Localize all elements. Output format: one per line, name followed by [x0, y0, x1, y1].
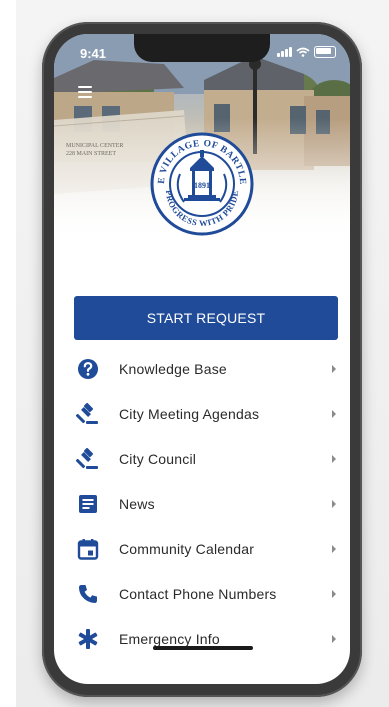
menu-item-label: City Council: [119, 450, 197, 467]
status-icons: [277, 46, 336, 58]
chevron-right-icon: [332, 634, 336, 643]
menu-item-label: Emergency Info: [119, 630, 220, 647]
menu-list: Knowledge Base City Meeting Agendas City…: [54, 346, 350, 661]
village-seal-logo: THE VILLAGE OF BARTLETT PROGRESS WITH PR…: [150, 132, 254, 236]
signal-icon: [277, 47, 292, 57]
chevron-right-icon: [332, 544, 336, 553]
menu-item-label: City Meeting Agendas: [119, 405, 260, 422]
news-document-icon: [76, 492, 100, 516]
header-hero: MUNICIPAL CENTER 228 MAIN STREET 9:41 E …: [54, 34, 350, 274]
menu-item-community-calendar[interactable]: Community Calendar: [54, 526, 350, 571]
menu-item-label: News: [119, 495, 155, 512]
chevron-right-icon: [332, 499, 336, 508]
chevron-right-icon: [332, 409, 336, 418]
question-circle-icon: [76, 357, 100, 381]
battery-icon: [314, 46, 336, 58]
gavel-icon: [76, 402, 100, 426]
menu-item-city-meeting-agendas[interactable]: City Meeting Agendas: [54, 391, 350, 436]
status-time: 9:41: [80, 46, 107, 61]
building-sign: MUNICIPAL CENTER 228 MAIN STREET: [66, 142, 123, 158]
menu-item-knowledge-base[interactable]: Knowledge Base: [54, 346, 350, 391]
menu-item-city-council[interactable]: City Council: [54, 436, 350, 481]
wifi-icon: [296, 47, 310, 57]
asterisk-icon: [76, 627, 100, 651]
menu-item-label: Contact Phone Numbers: [119, 585, 277, 602]
seal-year: 1891: [194, 181, 210, 190]
hamburger-menu-icon[interactable]: [78, 86, 92, 101]
menu-item-news[interactable]: News: [54, 481, 350, 526]
menu-item-contact-phone-numbers[interactable]: Contact Phone Numbers: [54, 571, 350, 616]
phone-notch: [134, 34, 270, 62]
menu-item-label: Knowledge Base: [119, 360, 227, 377]
sign-line-2: 228 MAIN STREET: [66, 151, 116, 157]
home-indicator[interactable]: [153, 646, 253, 650]
chevron-right-icon: [332, 364, 336, 373]
phone-icon: [76, 582, 100, 606]
start-request-button[interactable]: START REQUEST: [74, 296, 338, 340]
gavel-icon: [76, 447, 100, 471]
sign-line-1: MUNICIPAL CENTER: [66, 143, 124, 149]
chevron-right-icon: [332, 589, 336, 598]
menu-item-label: Community Calendar: [119, 540, 255, 557]
chevron-right-icon: [332, 454, 336, 463]
calendar-icon: [76, 537, 100, 561]
menu-item-emergency-info[interactable]: Emergency Info: [54, 616, 350, 661]
phone-screen: MUNICIPAL CENTER 228 MAIN STREET 9:41 E …: [54, 34, 350, 684]
